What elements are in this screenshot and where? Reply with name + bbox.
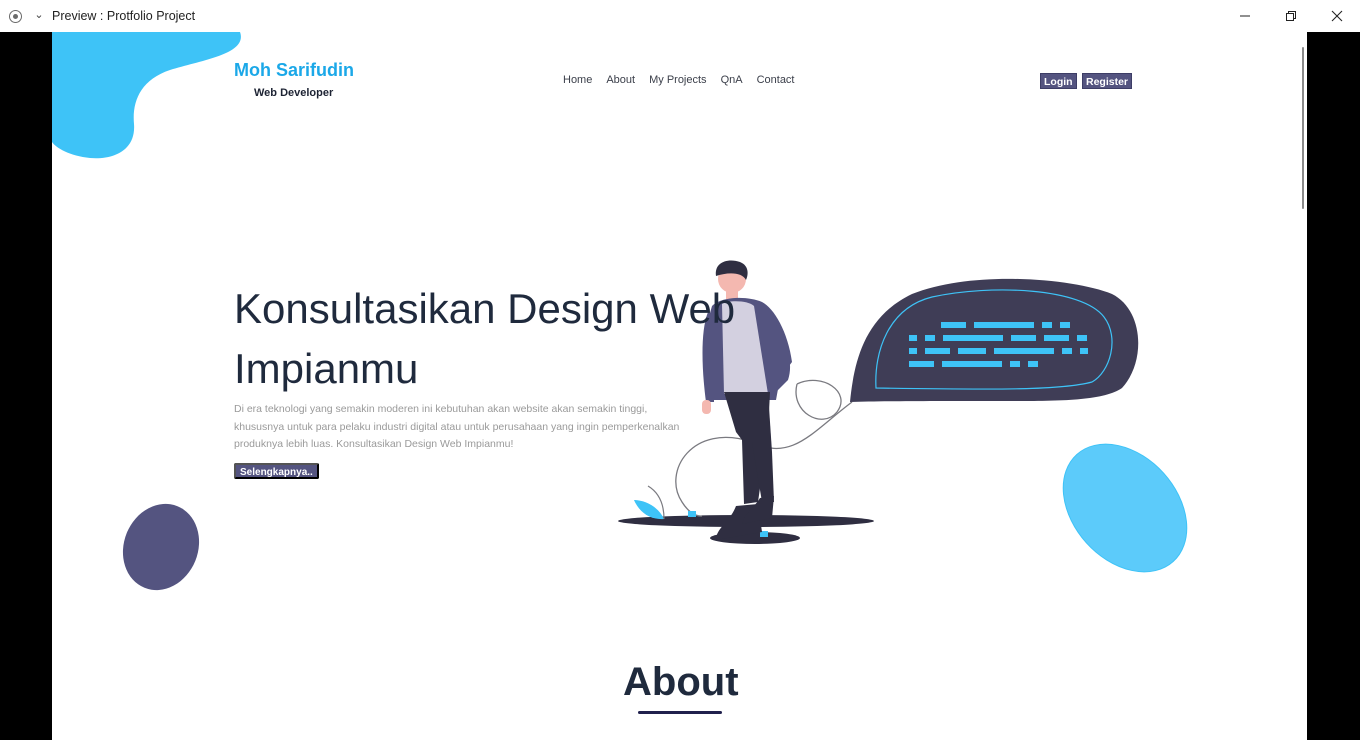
- close-icon: [1331, 10, 1343, 22]
- right-letterbox: [1307, 32, 1360, 740]
- read-more-button[interactable]: Selengkapnya..: [234, 463, 319, 479]
- chevron-down-icon[interactable]: ⌄: [33, 9, 45, 21]
- minimize-button[interactable]: [1222, 0, 1268, 32]
- restore-icon: [1286, 11, 1296, 21]
- hero-title-line1: Konsultasikan Design Web: [234, 285, 736, 332]
- left-letterbox: [0, 32, 52, 740]
- about-underline: [638, 711, 722, 714]
- login-button[interactable]: Login: [1040, 73, 1077, 89]
- main-nav: Home About My Projects QnA Contact: [563, 74, 795, 86]
- minimize-icon: [1240, 15, 1250, 17]
- nav-item-my-projects[interactable]: My Projects: [649, 74, 706, 86]
- brand-role: Web Developer: [254, 87, 334, 99]
- vertical-scrollbar[interactable]: [1302, 47, 1304, 209]
- hero-description: Di era teknologi yang semakin moderen in…: [234, 403, 680, 450]
- page-viewport[interactable]: Moh Sarifudin Web Developer Home About M…: [52, 32, 1307, 740]
- nav-item-qna[interactable]: QnA: [721, 74, 743, 86]
- brand-name[interactable]: Moh Sarifudin: [234, 60, 354, 81]
- nav-item-contact[interactable]: Contact: [757, 74, 795, 86]
- record-icon[interactable]: [9, 10, 22, 23]
- window-titlebar: ⌄ Preview : Protfolio Project: [0, 0, 1360, 32]
- restore-button[interactable]: [1268, 0, 1314, 32]
- hero-title-line2: Impianmu: [234, 345, 419, 392]
- nav-item-about[interactable]: About: [606, 74, 635, 86]
- hero-title: Konsultasikan Design Web Impianmu: [234, 279, 794, 399]
- nav-item-home[interactable]: Home: [563, 74, 592, 86]
- close-button[interactable]: [1314, 0, 1360, 32]
- about-title: About: [623, 660, 739, 704]
- window-title: Preview : Protfolio Project: [52, 9, 196, 23]
- register-button[interactable]: Register: [1082, 73, 1133, 89]
